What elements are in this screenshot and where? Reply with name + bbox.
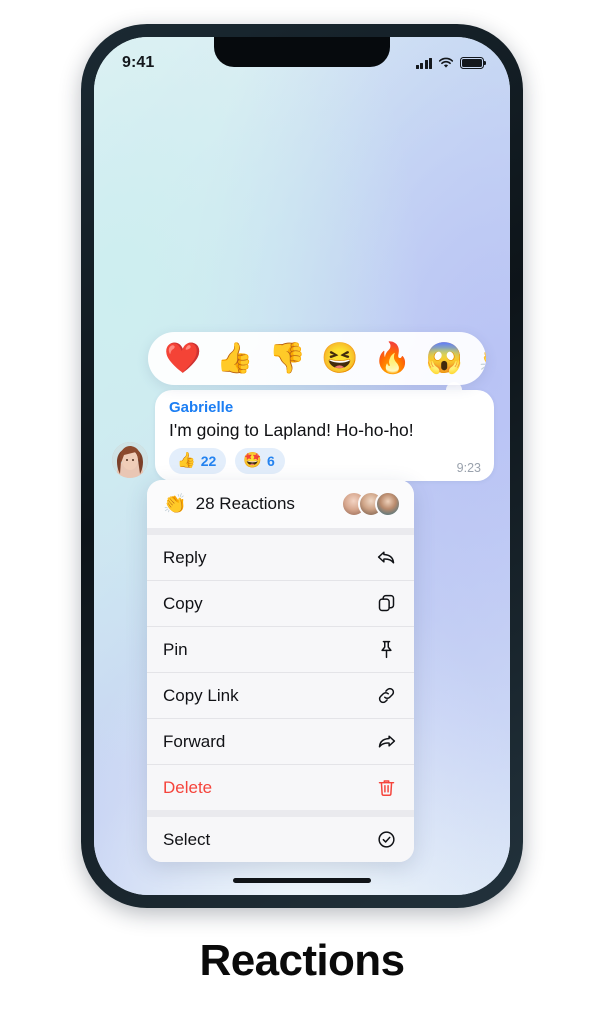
phone-screen: 9:41 ❤️ 👍 👎 😆 🔥 😱 Gabrielle I'm going to…	[94, 37, 510, 895]
menu-item-select[interactable]: Select	[147, 817, 414, 862]
reaction-picker-bar[interactable]: ❤️ 👍 👎 😆 🔥 😱 👏	[148, 332, 486, 385]
reaction-bar-tail-bubble-small	[450, 403, 458, 411]
battery-full-icon	[460, 57, 487, 69]
menu-item-copy-link[interactable]: Copy Link	[147, 673, 414, 718]
reaction-option-fire-icon[interactable]: 🔥	[373, 343, 410, 374]
message-row: Gabrielle I'm going to Lapland! Ho-ho-ho…	[112, 390, 494, 481]
menu-item-label: Forward	[163, 731, 226, 751]
reactions-summary-label: 28 Reactions	[195, 494, 295, 513]
screenshot-root: 9:41 ❤️ 👍 👎 😆 🔥 😱 Gabrielle I'm going to…	[0, 0, 604, 1024]
phone-device-frame: 9:41 ❤️ 👍 👎 😆 🔥 😱 Gabrielle I'm going to…	[81, 24, 523, 908]
wifi-icon	[438, 57, 454, 68]
menu-item-label: Select	[163, 829, 211, 849]
menu-item-label: Copy	[163, 593, 203, 613]
check-circle-icon	[376, 829, 397, 850]
menu-item-label: Copy Link	[163, 685, 239, 705]
menu-item-label: Pin	[163, 639, 188, 659]
message-bubble[interactable]: Gabrielle I'm going to Lapland! Ho-ho-ho…	[155, 390, 494, 481]
menu-item-copy[interactable]: Copy	[147, 581, 414, 626]
message-reaction-thumbs-up[interactable]: 👍 22	[169, 447, 227, 474]
forward-arrow-icon	[376, 731, 397, 752]
reactors-avatar-stack	[341, 491, 401, 517]
menu-item-reply[interactable]: Reply	[147, 535, 414, 580]
reaction-option-red-heart-balloon-icon[interactable]: ❤️	[164, 343, 201, 374]
reaction-option-thumbs-up-icon[interactable]: 👍	[216, 343, 253, 374]
menu-item-label: Reply	[163, 547, 207, 567]
reply-arrow-icon	[376, 547, 397, 568]
home-indicator[interactable]	[233, 878, 371, 883]
menu-item-forward[interactable]: Forward	[147, 719, 414, 764]
pushpin-icon	[376, 639, 397, 660]
reaction-option-thumbs-down-icon[interactable]: 👎	[269, 343, 306, 374]
reactions-summary-row[interactable]: 👏 28 Reactions	[147, 480, 414, 528]
menu-item-pin[interactable]: Pin	[147, 627, 414, 672]
clapping-hands-icon: 👏	[163, 493, 187, 515]
cellular-signal-icon	[415, 57, 432, 69]
reaction-count: 22	[200, 452, 217, 469]
status-bar-time: 9:41	[122, 54, 155, 71]
message-reaction-star-struck[interactable]: 🤩 6	[235, 447, 285, 474]
reactor-avatar-3	[375, 491, 401, 517]
gabrielle-avatar[interactable]	[112, 441, 148, 478]
menu-item-delete[interactable]: Delete	[147, 765, 414, 810]
reaction-option-screaming-face-icon[interactable]: 😱	[426, 343, 463, 374]
menu-group-separator	[147, 528, 414, 535]
message-context-menu: 👏 28 Reactions Reply Copy Pin Copy Link …	[147, 480, 414, 862]
menu-item-label: Delete	[163, 777, 213, 797]
trash-icon	[376, 777, 397, 798]
menu-group-separator	[147, 810, 414, 817]
status-bar-indicators	[415, 57, 487, 69]
copy-icon	[376, 593, 397, 614]
link-icon	[376, 685, 397, 706]
reaction-count: 6	[266, 452, 275, 469]
message-sender-name: Gabrielle	[169, 399, 234, 416]
message-reaction-list: 👍 22 🤩 6	[169, 447, 481, 474]
page-caption: Reactions	[199, 936, 405, 985]
message-text: I'm going to Lapland! Ho-ho-ho!	[169, 419, 414, 440]
thumbs-up-icon: 👍	[177, 452, 196, 470]
reaction-option-clapping-hands-icon[interactable]: 👏	[478, 343, 486, 374]
message-timestamp: 9:23	[456, 460, 481, 475]
reaction-option-grinning-squinting-face-icon[interactable]: 😆	[321, 343, 358, 374]
display-notch	[214, 37, 390, 67]
star-struck-icon: 🤩	[243, 452, 262, 470]
